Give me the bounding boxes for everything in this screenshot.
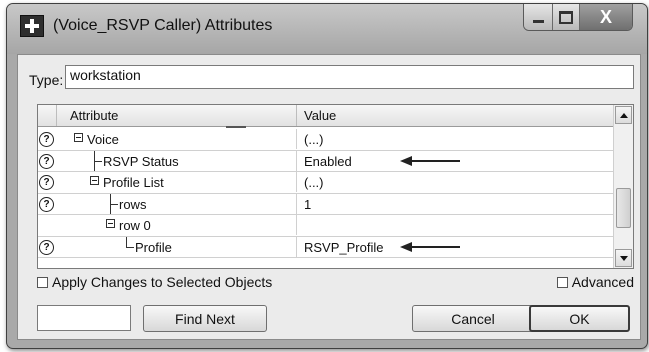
dialog-body: Type: workstation Attribute Value ? Voice… <box>17 54 641 340</box>
minimize-button[interactable] <box>524 4 553 30</box>
attribute-value: (...) <box>304 175 324 190</box>
type-label: Type: <box>29 72 64 88</box>
tree-connector <box>110 193 118 214</box>
attribute-value: RSVP_Profile <box>304 239 384 255</box>
attribute-cell[interactable]: Profile <box>56 236 297 257</box>
header-gutter <box>38 105 57 126</box>
attribute-name: RSVP Status <box>103 153 179 169</box>
advanced-option[interactable]: Advanced <box>556 274 634 290</box>
attribute-name: row 0 <box>119 218 151 233</box>
header-value[interactable]: Value <box>297 105 615 126</box>
vertical-scrollbar[interactable] <box>613 105 633 268</box>
close-button[interactable]: X <box>580 4 632 30</box>
help-icon[interactable]: ? <box>39 196 54 212</box>
grid-row[interactable]: ? Voice (...) <box>38 129 615 151</box>
caption-buttons: X <box>523 4 633 31</box>
apply-changes-option[interactable]: Apply Changes to Selected Objects <box>37 274 272 290</box>
scroll-down-button[interactable] <box>615 249 632 267</box>
grid-row[interactable]: ? Profile RSVP_Profile <box>38 236 615 258</box>
help-icon[interactable]: ? <box>39 153 54 169</box>
attribute-grid: Attribute Value ? Voice (...)? RSVP Status E… <box>37 104 634 269</box>
collapse-toggle-icon[interactable] <box>74 133 83 142</box>
find-next-button[interactable]: Find Next <box>143 305 267 332</box>
apply-changes-checkbox[interactable] <box>37 276 48 288</box>
attribute-name: rows <box>119 196 147 212</box>
app-icon <box>20 15 44 37</box>
tree-connector <box>126 236 134 249</box>
header-attribute[interactable]: Attribute <box>56 105 297 126</box>
close-icon: X <box>599 6 612 27</box>
grid-row[interactable]: ? RSVP Status Enabled <box>38 150 615 172</box>
attribute-value: 1 <box>304 196 312 212</box>
ok-button[interactable]: OK <box>529 305 630 332</box>
grid-row[interactable]: ? Profile List (...) <box>38 172 615 194</box>
tree-connector <box>94 150 102 171</box>
attribute-value: (...) <box>304 132 324 147</box>
title-bar[interactable]: (Voice_RSVP Caller) Attributes X <box>7 4 647 54</box>
find-input[interactable] <box>37 305 131 331</box>
value-cell[interactable]: (...) <box>297 172 615 192</box>
arrow-up-icon <box>619 112 628 118</box>
collapse-toggle-icon[interactable] <box>90 176 99 185</box>
attribute-cell[interactable]: RSVP Status <box>56 150 297 171</box>
scroll-thumb[interactable] <box>616 188 631 228</box>
value-cell[interactable]: RSVP_Profile <box>297 237 615 257</box>
attribute-name: Voice <box>87 132 119 147</box>
attribute-value: Enabled <box>304 153 352 169</box>
header-divider-mark <box>226 126 246 128</box>
grid-row[interactable]: ? rows 1 <box>38 193 615 215</box>
attribute-name: Profile <box>135 239 172 255</box>
maximize-icon <box>559 10 573 24</box>
scroll-up-button[interactable] <box>615 106 632 124</box>
advanced-checkbox[interactable] <box>556 276 568 288</box>
grid-rows: ? Voice (...)? RSVP Status Enabled? Profile L… <box>38 129 615 258</box>
maximize-button[interactable] <box>553 4 580 30</box>
grid-header: Attribute Value <box>38 105 615 127</box>
advanced-label: Advanced <box>571 274 634 290</box>
arrow-down-icon <box>619 255 628 261</box>
help-icon[interactable]: ? <box>39 175 54 190</box>
help-icon[interactable]: ? <box>39 132 54 147</box>
value-cell[interactable]: 1 <box>297 194 615 214</box>
apply-changes-label: Apply Changes to Selected Objects <box>52 274 273 290</box>
window-title: (Voice_RSVP Caller) Attributes <box>53 17 273 34</box>
value-cell[interactable]: (...) <box>297 129 615 149</box>
type-field[interactable]: workstation <box>65 65 634 89</box>
collapse-toggle-icon[interactable] <box>106 219 115 228</box>
grid-row[interactable]: row 0 <box>38 215 615 237</box>
left-arrow-icon <box>400 241 460 252</box>
attribute-cell[interactable]: row 0 <box>56 215 297 235</box>
minimize-icon <box>532 19 544 23</box>
help-icon[interactable]: ? <box>39 239 54 255</box>
attribute-cell[interactable]: Profile List <box>56 172 297 192</box>
header-value-label: Value <box>304 108 337 123</box>
value-cell[interactable]: Enabled <box>297 151 615 171</box>
value-cell[interactable] <box>297 215 615 235</box>
attribute-cell[interactable]: rows <box>56 193 297 214</box>
attributes-dialog: (Voice_RSVP Caller) Attributes X Type: w… <box>6 3 648 349</box>
left-arrow-icon <box>400 155 460 166</box>
attribute-name: Profile List <box>103 175 164 190</box>
attribute-cell[interactable]: Voice <box>56 129 297 149</box>
cancel-button[interactable]: Cancel <box>412 305 534 332</box>
header-attribute-label: Attribute <box>70 108 119 123</box>
